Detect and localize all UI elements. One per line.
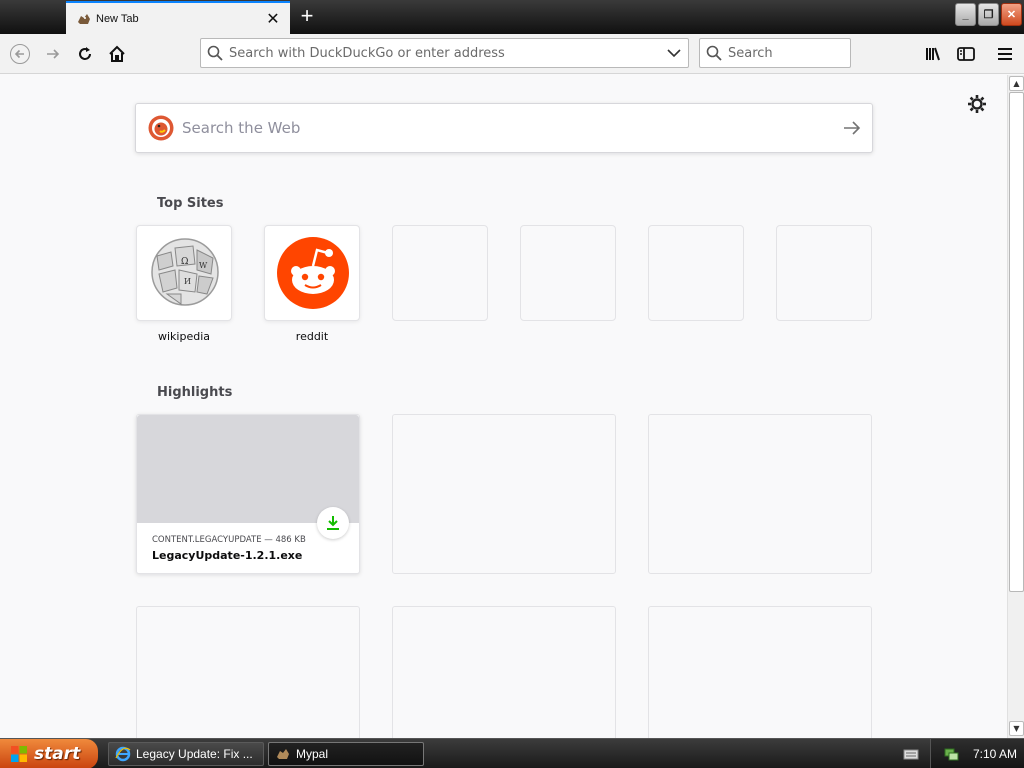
- menu-button[interactable]: [990, 39, 1020, 69]
- svg-text:Ω: Ω: [181, 257, 188, 267]
- hamburger-menu-icon: [998, 48, 1012, 60]
- scroll-up-arrow-icon[interactable]: ▲: [1009, 76, 1024, 91]
- highlights-heading: Highlights: [157, 385, 233, 400]
- svg-text:W: W: [199, 261, 208, 270]
- back-button[interactable]: [5, 39, 35, 69]
- download-icon: [317, 507, 349, 539]
- highlight-placeholder: [136, 606, 360, 738]
- tab-close-button[interactable]: ✕: [262, 8, 284, 30]
- search-input[interactable]: Search: [728, 46, 773, 61]
- top-site-placeholder[interactable]: [392, 225, 488, 321]
- clock[interactable]: 7:10 AM: [973, 747, 1017, 761]
- forward-button[interactable]: [38, 39, 68, 69]
- reddit-alien-icon: [277, 237, 349, 309]
- address-input[interactable]: Search with DuckDuckGo or enter address: [229, 46, 660, 61]
- keyboard-tray-icon[interactable]: [903, 746, 919, 762]
- home-button[interactable]: [102, 39, 132, 69]
- windows-logo-icon: [11, 746, 27, 762]
- top-site-placeholder[interactable]: [520, 225, 616, 321]
- address-bar[interactable]: Search with DuckDuckGo or enter address: [200, 38, 689, 68]
- reload-button[interactable]: [70, 39, 100, 69]
- svg-text:И: И: [184, 277, 191, 286]
- mypal-icon: [275, 746, 291, 762]
- chevron-down-icon[interactable]: [660, 48, 688, 58]
- highlight-source: CONTENT.LEGACYUPDATE — 486 KB: [152, 535, 306, 545]
- vertical-scrollbar[interactable]: ▲ ▼: [1007, 75, 1024, 738]
- taskbar-item-label: Mypal: [296, 747, 329, 761]
- top-site-placeholder[interactable]: [648, 225, 744, 321]
- search-submit-arrow-icon[interactable]: [832, 120, 872, 136]
- search-bar[interactable]: Search: [699, 38, 851, 68]
- new-tab-button[interactable]: +: [294, 4, 320, 30]
- highlight-title: LegacyUpdate-1.2.1.exe: [152, 549, 303, 562]
- top-site-label: reddit: [295, 330, 329, 343]
- scroll-down-arrow-icon[interactable]: ▼: [1009, 721, 1024, 736]
- start-label: start: [34, 744, 81, 764]
- top-sites-heading: Top Sites: [157, 196, 224, 211]
- system-tray: 7:10 AM: [930, 739, 1024, 768]
- duckduckgo-logo-icon: [148, 115, 174, 141]
- top-site-wikipedia[interactable]: Ω W И: [136, 225, 232, 321]
- network-tray-icon[interactable]: [943, 746, 959, 762]
- tab-strip: New Tab ✕ + _ ❐ ✕: [0, 0, 1024, 34]
- tab-title: New Tab: [96, 12, 139, 25]
- search-icon: [700, 45, 728, 61]
- top-site-placeholder[interactable]: [776, 225, 872, 321]
- navigation-toolbar: Search with DuckDuckGo or enter address …: [0, 34, 1024, 74]
- reload-icon: [79, 47, 91, 60]
- tab-new-tab[interactable]: New Tab ✕: [66, 1, 290, 34]
- minimize-button[interactable]: _: [955, 3, 976, 26]
- start-button[interactable]: start: [0, 739, 98, 768]
- highlight-placeholder: [648, 606, 872, 738]
- top-site-reddit[interactable]: [264, 225, 360, 321]
- highlight-placeholder: [392, 606, 616, 738]
- web-search-input[interactable]: Search the Web: [182, 119, 832, 137]
- highlight-thumbnail: [137, 415, 359, 523]
- sidebar-icon: [957, 47, 975, 61]
- scrollbar-thumb[interactable]: [1009, 92, 1024, 592]
- search-icon: [201, 45, 229, 61]
- taskbar-item-label: Legacy Update: Fix ...: [136, 747, 253, 761]
- highlight-placeholder: [392, 414, 616, 574]
- library-button[interactable]: [919, 39, 949, 69]
- back-arrow-icon: [10, 44, 30, 64]
- window-controls: _ ❐ ✕: [955, 3, 1022, 26]
- web-search-box[interactable]: Search the Web: [135, 103, 873, 153]
- forward-arrow-icon: [47, 49, 60, 59]
- top-site-label: wikipedia: [157, 330, 210, 343]
- windows-taskbar: start Legacy Update: Fix ... Mypal 7:10 …: [0, 738, 1024, 768]
- gear-icon[interactable]: [966, 93, 988, 115]
- new-tab-page: Search the Web Top Sites Ω W И wikipedia: [0, 75, 1007, 738]
- internet-explorer-icon: [115, 746, 131, 762]
- taskbar-item-mypal[interactable]: Mypal: [268, 742, 424, 766]
- taskbar-item-legacy-update[interactable]: Legacy Update: Fix ...: [108, 742, 264, 766]
- restore-button[interactable]: ❐: [978, 3, 999, 26]
- close-window-button[interactable]: ✕: [1001, 3, 1022, 26]
- highlight-placeholder: [648, 414, 872, 574]
- sidebar-button[interactable]: [951, 39, 981, 69]
- mypal-favicon-icon: [76, 11, 92, 27]
- highlight-card-download[interactable]: CONTENT.LEGACYUPDATE — 486 KB LegacyUpda…: [136, 414, 360, 574]
- home-icon: [109, 45, 125, 62]
- library-icon: [926, 47, 940, 61]
- wikipedia-globe-icon: Ω W И: [151, 238, 219, 306]
